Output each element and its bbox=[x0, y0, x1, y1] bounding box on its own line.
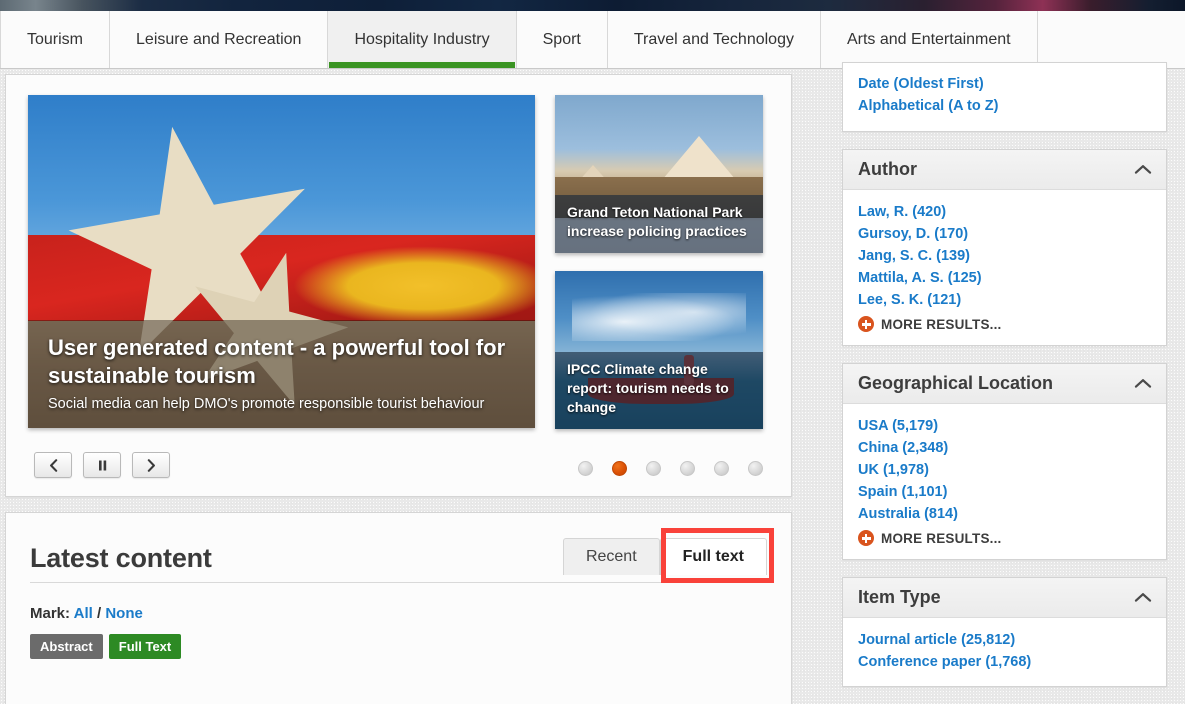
chevron-up-icon[interactable] bbox=[1134, 164, 1152, 175]
category-tab-bar: Tourism Leisure and Recreation Hospitali… bbox=[0, 11, 1185, 69]
facet-author: Author Law, R. (420) Gursoy, D. (170) Ja… bbox=[842, 149, 1167, 346]
tab-sport[interactable]: Sport bbox=[516, 11, 608, 68]
carousel-dot-4[interactable] bbox=[680, 461, 695, 476]
facet-item-link[interactable]: Australia (814) bbox=[858, 503, 1151, 525]
more-results-label: MORE RESULTS... bbox=[881, 530, 1002, 546]
hero-title: User generated content - a powerful tool… bbox=[48, 335, 506, 388]
carousel-dot-2[interactable] bbox=[612, 461, 627, 476]
badge-full-text[interactable]: Full Text bbox=[108, 634, 182, 659]
carousel-thumbnail-list: Grand Teton National Park increase polic… bbox=[555, 95, 763, 429]
facet-more-results-author[interactable]: MORE RESULTS... bbox=[858, 311, 1151, 332]
plus-circle-icon bbox=[858, 530, 874, 546]
badge-abstract[interactable]: Abstract bbox=[30, 634, 103, 659]
tab-label: Recent bbox=[585, 548, 637, 565]
mark-row: Mark: All / None bbox=[30, 605, 767, 622]
facet-sidebar: Date (Oldest First) Alphabetical (A to Z… bbox=[842, 62, 1167, 704]
page-title: Latest content bbox=[30, 543, 212, 573]
facet-item-type-body: Journal article (25,812) Conference pape… bbox=[843, 618, 1166, 686]
facet-item-link[interactable]: USA (5,179) bbox=[858, 415, 1151, 437]
facet-item-link[interactable]: Conference paper (1,768) bbox=[858, 651, 1151, 673]
main-content-column: User generated content - a powerful tool… bbox=[5, 74, 792, 704]
tab-tourism[interactable]: Tourism bbox=[0, 11, 111, 68]
tab-arts-and-entertainment[interactable]: Arts and Entertainment bbox=[820, 11, 1038, 68]
site-banner-image bbox=[0, 0, 1185, 11]
tab-label: Full text bbox=[682, 548, 744, 565]
mark-all-link[interactable]: All bbox=[74, 605, 93, 622]
sort-date-oldest-first-link[interactable]: Date (Oldest First) bbox=[858, 73, 1151, 95]
tab-label: Hospitality Industry bbox=[354, 30, 490, 48]
hero-subtitle: Social media can help DMO's promote resp… bbox=[48, 396, 485, 412]
carousel-pagination-dots bbox=[578, 461, 763, 476]
facet-item-link[interactable]: Mattila, A. S. (125) bbox=[858, 267, 1151, 289]
carousel-next-button[interactable] bbox=[132, 452, 170, 478]
carousel-dot-1[interactable] bbox=[578, 461, 593, 476]
tab-label: Tourism bbox=[27, 30, 84, 48]
carousel-controls bbox=[34, 452, 170, 478]
mark-none-link[interactable]: None bbox=[105, 605, 143, 622]
result-badges: Abstract Full Text bbox=[30, 634, 767, 659]
hero-caption: User generated content - a powerful tool… bbox=[28, 320, 535, 428]
facet-item-link[interactable]: Spain (1,101) bbox=[858, 481, 1151, 503]
tab-label: Leisure and Recreation bbox=[136, 30, 302, 48]
facet-geographical-location: Geographical Location USA (5,179) China … bbox=[842, 363, 1167, 560]
thumbnail-caption: IPCC Climate change report: tourism need… bbox=[555, 352, 763, 429]
facet-item-link[interactable]: Gursoy, D. (170) bbox=[858, 223, 1151, 245]
tab-full-text[interactable]: Full text bbox=[659, 538, 767, 575]
facet-item-link[interactable]: China (2,348) bbox=[858, 437, 1151, 459]
mark-label: Mark: bbox=[30, 605, 71, 622]
carousel-pause-button[interactable] bbox=[83, 452, 121, 478]
facet-author-header[interactable]: Author bbox=[843, 150, 1166, 190]
facet-item-type: Item Type Journal article (25,812) Confe… bbox=[842, 577, 1167, 687]
tab-travel-and-technology[interactable]: Travel and Technology bbox=[607, 11, 821, 68]
pause-icon bbox=[98, 460, 106, 470]
facet-item-type-header[interactable]: Item Type bbox=[843, 578, 1166, 618]
facet-title: Author bbox=[858, 159, 917, 179]
latest-content-tabs: Recent Full text bbox=[562, 528, 774, 583]
carousel-previous-button[interactable] bbox=[34, 452, 72, 478]
facet-item-link[interactable]: Lee, S. K. (121) bbox=[858, 289, 1151, 311]
carousel-hero-slide[interactable]: User generated content - a powerful tool… bbox=[28, 95, 535, 428]
sort-options-panel: Date (Oldest First) Alphabetical (A to Z… bbox=[842, 62, 1167, 132]
tab-label: Sport bbox=[542, 30, 581, 48]
carousel-thumbnail-ipcc[interactable]: IPCC Climate change report: tourism need… bbox=[555, 271, 763, 429]
chevron-up-icon[interactable] bbox=[1134, 592, 1152, 603]
carousel-dot-5[interactable] bbox=[714, 461, 729, 476]
chevron-up-icon[interactable] bbox=[1134, 378, 1152, 389]
thumbnail-caption: Grand Teton National Park increase polic… bbox=[555, 195, 763, 253]
carousel-slides: User generated content - a powerful tool… bbox=[28, 95, 769, 429]
mark-separator: / bbox=[96, 605, 102, 622]
facet-geographical-location-body: USA (5,179) China (2,348) UK (1,978) Spa… bbox=[843, 404, 1166, 559]
carousel-thumbnail-grand-teton[interactable]: Grand Teton National Park increase polic… bbox=[555, 95, 763, 253]
plus-circle-icon bbox=[858, 316, 874, 332]
chevron-right-icon bbox=[147, 458, 155, 472]
facet-title: Geographical Location bbox=[858, 373, 1054, 393]
page-root: Tourism Leisure and Recreation Hospitali… bbox=[0, 0, 1185, 704]
tab-leisure-and-recreation[interactable]: Leisure and Recreation bbox=[110, 11, 329, 68]
latest-content-header: Latest content Recent Full text bbox=[30, 528, 774, 583]
tab-label: Travel and Technology bbox=[633, 30, 794, 48]
facet-item-link[interactable]: Law, R. (420) bbox=[858, 201, 1151, 223]
facet-item-link[interactable]: Journal article (25,812) bbox=[858, 629, 1151, 651]
facet-author-body: Law, R. (420) Gursoy, D. (170) Jang, S. … bbox=[843, 190, 1166, 345]
featured-carousel: User generated content - a powerful tool… bbox=[5, 74, 792, 497]
facet-title: Item Type bbox=[858, 587, 941, 607]
tab-recent[interactable]: Recent bbox=[562, 538, 660, 575]
facet-geographical-location-header[interactable]: Geographical Location bbox=[843, 364, 1166, 404]
tab-hospitality-industry[interactable]: Hospitality Industry bbox=[328, 11, 517, 68]
facet-more-results-geographical-location[interactable]: MORE RESULTS... bbox=[858, 525, 1151, 546]
tab-label: Arts and Entertainment bbox=[846, 30, 1011, 48]
sort-alphabetical-link[interactable]: Alphabetical (A to Z) bbox=[858, 95, 1151, 117]
chevron-left-icon bbox=[49, 458, 57, 472]
facet-item-link[interactable]: UK (1,978) bbox=[858, 459, 1151, 481]
carousel-dot-3[interactable] bbox=[646, 461, 661, 476]
facet-item-link[interactable]: Jang, S. C. (139) bbox=[858, 245, 1151, 267]
carousel-dot-6[interactable] bbox=[748, 461, 763, 476]
more-results-label: MORE RESULTS... bbox=[881, 316, 1002, 332]
latest-content-panel: Latest content Recent Full text Mark: Al… bbox=[5, 512, 792, 704]
